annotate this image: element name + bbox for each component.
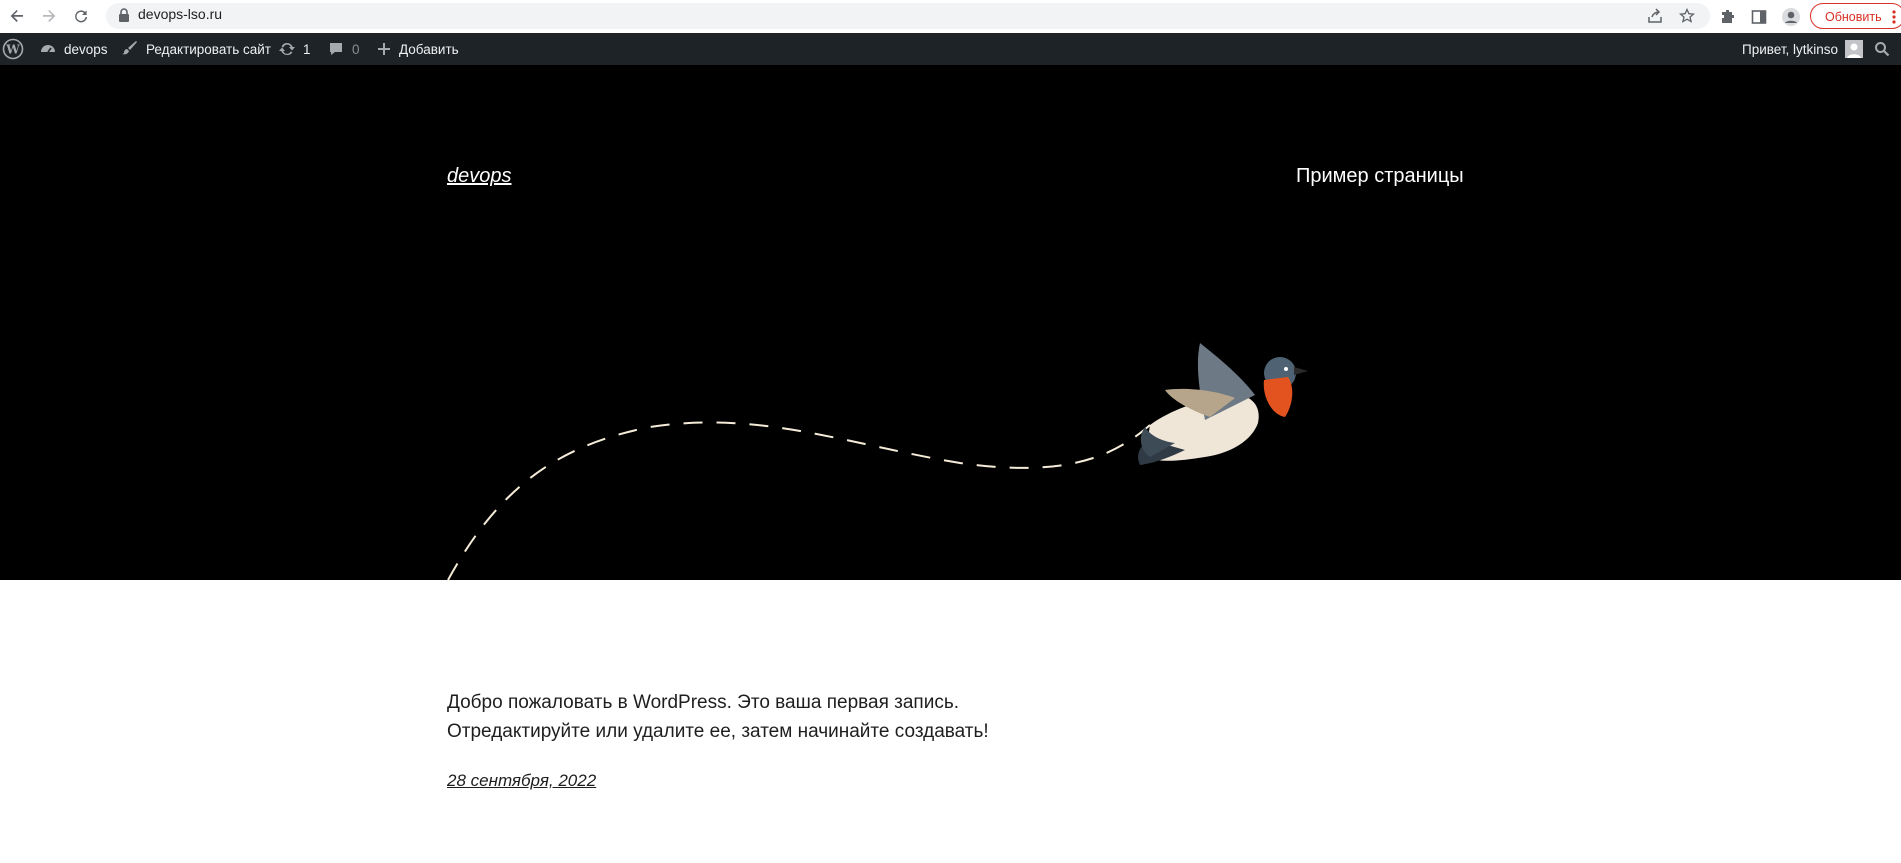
bird-illustration	[447, 343, 1308, 580]
avatar	[1845, 40, 1864, 58]
profile-icon[interactable]	[1780, 6, 1802, 28]
admin-bar-updates[interactable]: 1	[278, 33, 311, 65]
svg-text:W: W	[5, 43, 20, 57]
brush-icon	[121, 40, 139, 58]
admin-bar-account[interactable]: Привет, lytkinso	[1742, 33, 1864, 65]
share-icon[interactable]	[1645, 6, 1665, 26]
admin-bar-add-new[interactable]: Добавить	[376, 33, 459, 65]
site-header: devops Пример страницы	[0, 65, 1901, 580]
nav-link-sample-page[interactable]: Пример страницы	[1296, 165, 1464, 188]
search-icon[interactable]	[1874, 33, 1890, 65]
comments-count: 0	[352, 41, 360, 57]
post-date-link[interactable]: 28 сентября, 2022	[447, 771, 596, 791]
admin-bar-edit-site[interactable]: Редактировать сайт	[121, 33, 271, 65]
site-title[interactable]: devops	[447, 165, 512, 188]
site-name-label: devops	[64, 41, 108, 57]
side-panel-icon[interactable]	[1748, 6, 1770, 28]
reload-icon[interactable]	[70, 5, 92, 27]
wordpress-logo-icon[interactable]: W	[2, 33, 24, 65]
admin-bar-site-menu[interactable]: devops	[39, 33, 108, 65]
star-icon[interactable]	[1677, 6, 1697, 26]
edit-site-label: Редактировать сайт	[146, 41, 271, 57]
more-vert-icon[interactable]	[1888, 6, 1900, 28]
url-text[interactable]: devops-lso.ru	[138, 6, 222, 22]
address-bar[interactable]	[106, 3, 1710, 29]
browser-toolbar: devops-lso.ru Обновить	[0, 0, 1901, 34]
extensions-icon[interactable]	[1717, 6, 1739, 28]
dashboard-icon	[39, 40, 57, 58]
plus-icon	[376, 41, 392, 57]
lock-icon[interactable]	[118, 8, 134, 24]
updates-count: 1	[303, 41, 311, 57]
comment-icon	[327, 40, 345, 58]
forward-arrow-icon[interactable]	[38, 5, 60, 27]
back-arrow-icon[interactable]	[6, 5, 28, 27]
greeting-label: Привет, lytkinso	[1742, 41, 1839, 57]
add-new-label: Добавить	[399, 41, 459, 57]
wp-admin-bar: W devops Редактировать сайт 1 0 Добавить…	[0, 33, 1901, 65]
admin-bar-comments[interactable]: 0	[327, 33, 360, 65]
updates-icon	[278, 40, 296, 58]
post-excerpt: Добро пожаловать в WordPress. Это ваша п…	[447, 692, 989, 742]
